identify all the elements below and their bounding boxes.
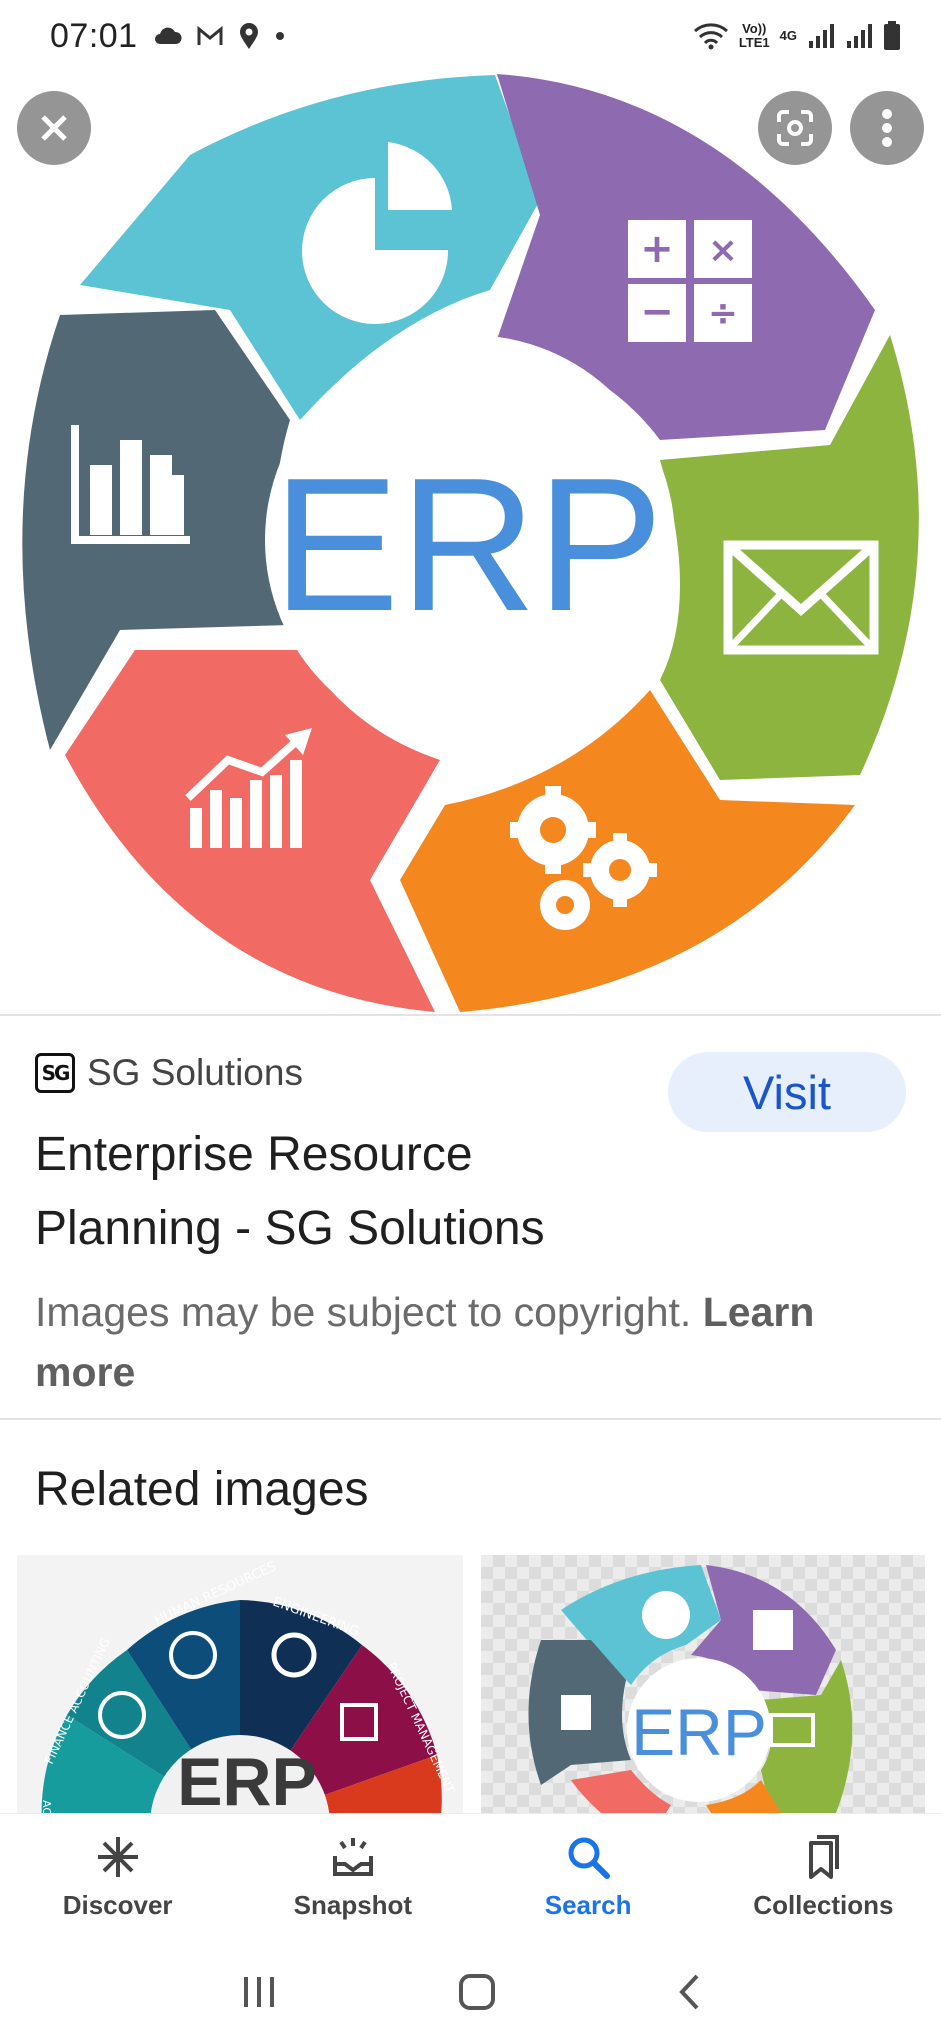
nav-search[interactable]: Search <box>471 1814 706 1943</box>
nav-snapshot[interactable]: Snapshot <box>235 1814 470 1943</box>
nav-discover-label: Discover <box>62 1890 173 1920</box>
close-button[interactable] <box>17 91 91 165</box>
thumbnail-label-acc: ACC <box>40 1800 53 1813</box>
more-vert-icon <box>882 109 892 147</box>
thumbnail-erp-wheel: ERP <box>528 1565 853 1813</box>
signal-icon <box>847 24 872 48</box>
source-logo: SG <box>35 1053 75 1093</box>
signal-icon <box>809 24 834 48</box>
back-icon[interactable] <box>677 1973 701 2011</box>
bottom-nav: Discover Snapshot Search Collections <box>0 1813 941 1943</box>
copyright-text: Images may be subject to copyright. <box>35 1289 692 1335</box>
nav-collections-label: Collections <box>753 1890 894 1920</box>
location-icon <box>239 23 258 49</box>
svg-text:−: − <box>640 289 674 335</box>
status-time: 07:01 <box>50 16 138 55</box>
visit-button[interactable]: Visit <box>668 1052 906 1132</box>
lte-label: LTE1 <box>738 35 770 50</box>
svg-text:÷: ÷ <box>708 293 738 334</box>
thumbnail-erp-text: ERP <box>177 1744 317 1813</box>
source-name: SG Solutions <box>87 1052 303 1093</box>
volte-label: Vo)) <box>742 21 767 36</box>
more-options-button[interactable] <box>850 91 924 165</box>
lens-icon <box>777 110 813 146</box>
copyright-notice: Images may be subject to copyright. Lear… <box>35 1282 915 1402</box>
source-row[interactable]: SG SG Solutions <box>35 1052 303 1094</box>
erp-center-text: ERP <box>273 439 664 651</box>
thumbnail-erp-puzzle: HUMAN RESOURCES ENGINEERING FINANCE ACCO… <box>40 1559 457 1813</box>
cloud-icon <box>154 27 182 44</box>
snapshot-icon <box>332 1838 373 1876</box>
network-4g-label: 4G <box>779 28 797 43</box>
related-images-heading: Related images <box>35 1463 369 1516</box>
divider <box>0 1418 941 1420</box>
close-icon <box>41 115 67 141</box>
collections-icon <box>809 1835 840 1879</box>
wifi-icon <box>693 23 728 50</box>
dot-icon <box>275 32 284 40</box>
home-icon[interactable] <box>458 1973 496 2011</box>
search-icon <box>568 1837 611 1879</box>
asterisk-icon <box>97 1837 138 1877</box>
erp-wheel-graphic: + × − ÷ ERP <box>22 74 919 1012</box>
nav-collections[interactable]: Collections <box>706 1814 941 1943</box>
related-thumbnail[interactable]: ERP <box>481 1555 925 1813</box>
gmail-icon <box>197 25 223 45</box>
nav-discover[interactable]: Discover <box>0 1814 235 1943</box>
svg-text:×: × <box>708 230 738 271</box>
thumbnail-erp-text: ERP <box>631 1695 767 1769</box>
recents-icon[interactable] <box>241 1975 277 2009</box>
system-nav-bar <box>0 1943 941 2040</box>
svg-text:+: + <box>640 226 674 272</box>
nav-search-label: Search <box>544 1890 632 1920</box>
divider <box>0 1014 941 1016</box>
status-bar: 07:01 Vo)) LTE1 4G <box>0 0 941 72</box>
related-thumbnail[interactable]: HUMAN RESOURCES ENGINEERING FINANCE ACCO… <box>17 1555 463 1813</box>
battery-icon <box>884 21 900 50</box>
image-title[interactable]: Enterprise Resource Planning - SG Soluti… <box>35 1118 655 1266</box>
nav-snapshot-label: Snapshot <box>293 1890 413 1920</box>
hero-image[interactable]: + × − ÷ ERP <box>0 72 941 1014</box>
related-images-grid: HUMAN RESOURCES ENGINEERING FINANCE ACCO… <box>0 1555 941 1813</box>
lens-button[interactable] <box>758 91 832 165</box>
